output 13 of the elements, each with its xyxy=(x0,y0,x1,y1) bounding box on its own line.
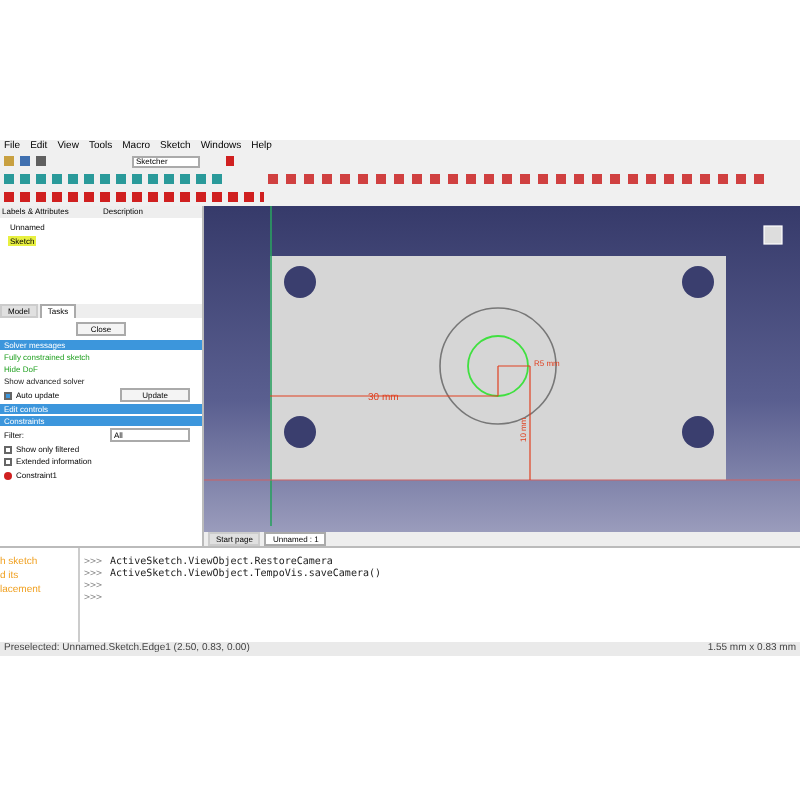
checkbox[interactable] xyxy=(4,445,12,453)
constraint-icon xyxy=(4,471,12,479)
selected-circle xyxy=(467,335,529,397)
hole-circle xyxy=(284,266,316,298)
sketcher-toolbar-icons[interactable] xyxy=(268,174,768,184)
view-toolbar-icons[interactable] xyxy=(4,174,224,184)
hole-circle xyxy=(682,416,714,448)
constraint-toolbar-icons[interactable] xyxy=(4,192,264,202)
checkbox[interactable] xyxy=(4,391,12,399)
navigation-cube-icon[interactable] xyxy=(763,225,783,245)
hole-circle xyxy=(284,416,316,448)
hole-circle xyxy=(682,266,714,298)
checkbox[interactable] xyxy=(4,457,12,465)
